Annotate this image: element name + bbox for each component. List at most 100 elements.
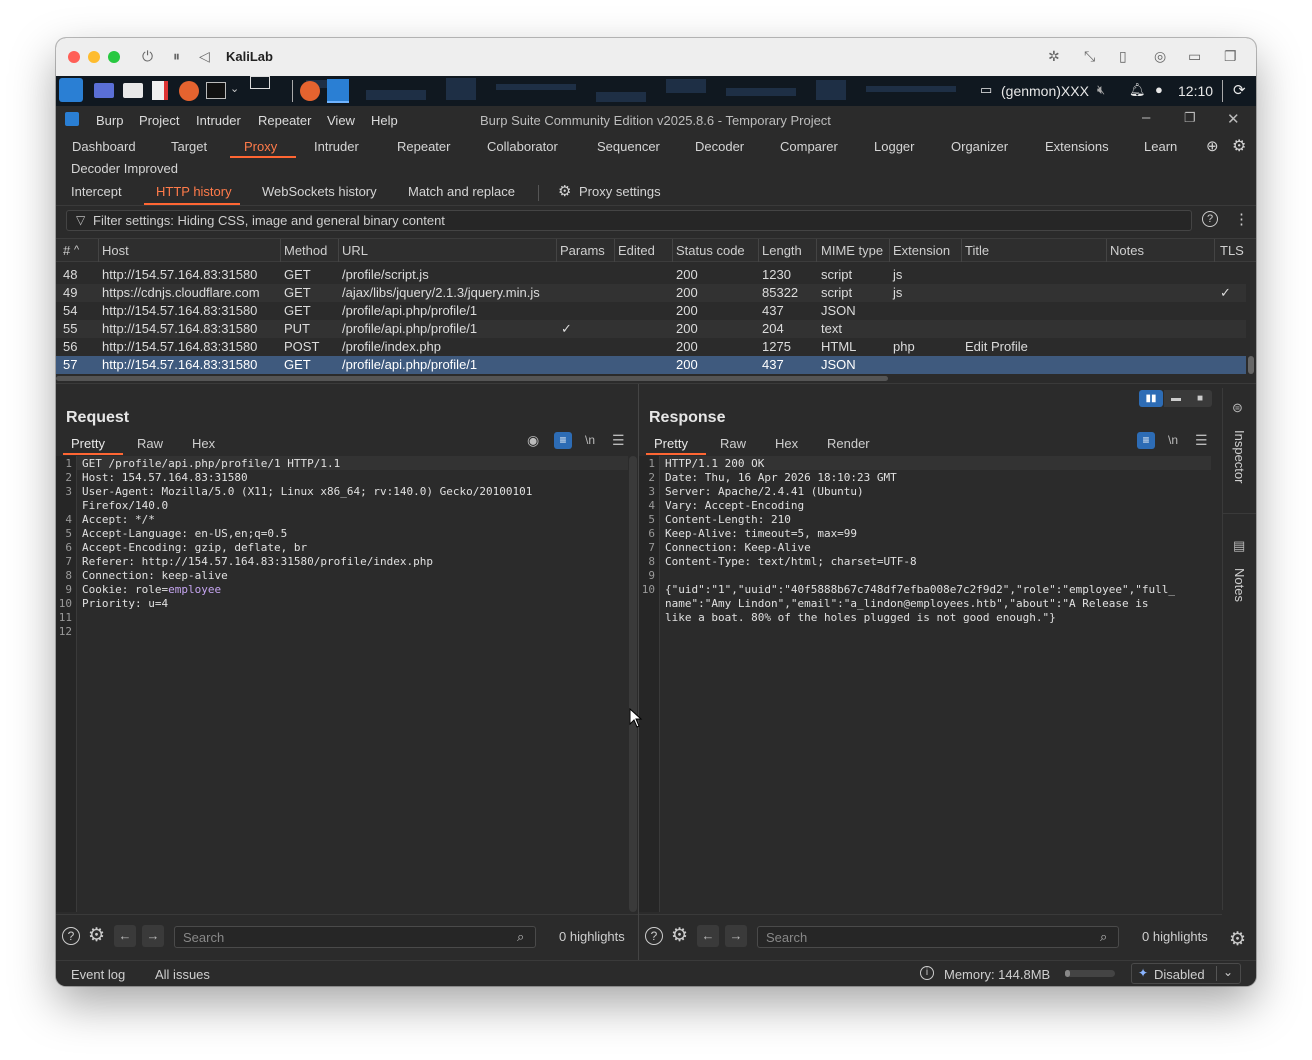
col-url[interactable]: URL: [342, 243, 368, 258]
power-status-icon[interactable]: ●: [1155, 82, 1163, 97]
kali-menu-icon[interactable]: [59, 78, 83, 102]
response-tab-raw[interactable]: Raw: [720, 436, 746, 451]
menu-intruder[interactable]: Intruder: [196, 113, 241, 128]
desktop-icon[interactable]: [94, 83, 114, 98]
menu-burp[interactable]: Burp: [96, 113, 123, 128]
menu-repeater[interactable]: Repeater: [258, 113, 311, 128]
vertical-scrollbar[interactable]: [1248, 262, 1254, 374]
response-tab-pretty[interactable]: Pretty: [654, 436, 688, 451]
help-icon[interactable]: ?: [1202, 211, 1218, 227]
clock[interactable]: 12:10: [1178, 83, 1213, 99]
col-edited[interactable]: Edited: [618, 243, 655, 258]
col-num[interactable]: #: [63, 243, 70, 258]
menu-view[interactable]: View: [327, 113, 355, 128]
chevron-down-icon[interactable]: ⌄: [230, 82, 239, 95]
firefox-task-icon[interactable]: [300, 81, 320, 101]
minimize-window-button[interactable]: [88, 51, 100, 63]
gear-icon[interactable]: ⚙: [671, 924, 688, 947]
col-host[interactable]: Host: [102, 243, 129, 258]
gear-icon[interactable]: ⚙: [1232, 136, 1246, 156]
subtab-match-and-replace[interactable]: Match and replace: [408, 184, 515, 199]
table-row[interactable]: 49 https://cdnjs.cloudflare.com GET /aja…: [56, 284, 1246, 302]
wrap-lines-icon[interactable]: ≡: [1137, 432, 1155, 449]
gear-icon[interactable]: ⚙: [1229, 928, 1246, 951]
genmon-label[interactable]: (genmon)XXX: [1001, 83, 1089, 99]
request-tab-hex[interactable]: Hex: [192, 436, 215, 451]
sort-asc-icon[interactable]: ^: [74, 244, 79, 256]
col-extension[interactable]: Extension: [893, 243, 950, 258]
editor-icon[interactable]: [152, 81, 168, 100]
restore-icon[interactable]: ❐: [1184, 110, 1196, 126]
tab-dashboard[interactable]: Dashboard: [72, 139, 136, 154]
tab-logger[interactable]: Logger: [874, 139, 914, 154]
col-params[interactable]: Params: [560, 243, 605, 258]
response-tab-render[interactable]: Render: [827, 436, 870, 451]
ai-toggle[interactable]: ✦ Disabled ⌄: [1131, 963, 1241, 984]
resize-icon[interactable]: ⤡: [1084, 48, 1095, 65]
windows-icon[interactable]: ❐: [1224, 48, 1237, 65]
terminal-icon[interactable]: [206, 82, 226, 99]
table-row[interactable]: 55 http://154.57.164.83:31580 PUT /profi…: [56, 320, 1246, 338]
search-icon[interactable]: ⌕: [1100, 929, 1107, 945]
scrollbar-thumb[interactable]: [1248, 356, 1254, 374]
menu-icon[interactable]: ☰: [612, 432, 625, 449]
col-mime-type[interactable]: MIME type: [821, 243, 883, 258]
tab-comparer[interactable]: Comparer: [780, 139, 838, 154]
back-icon[interactable]: ◁: [199, 48, 210, 65]
back-arrow-icon[interactable]: ←: [114, 925, 136, 947]
col-status-code[interactable]: Status code: [676, 243, 745, 258]
more-options-icon[interactable]: ⋮: [1234, 210, 1249, 228]
layout-horizontal-icon[interactable]: ▬: [1164, 390, 1188, 407]
tab-repeater[interactable]: Repeater: [397, 139, 450, 154]
subtab-http-history[interactable]: HTTP history: [156, 184, 232, 199]
tab-sequencer[interactable]: Sequencer: [597, 139, 660, 154]
folder-icon[interactable]: ▭: [1188, 48, 1201, 65]
layout-single-icon[interactable]: ■: [1188, 390, 1212, 407]
power-icon[interactable]: ⏻: [142, 48, 153, 65]
help-icon[interactable]: ?: [645, 927, 663, 945]
globe-icon[interactable]: ⊕: [1206, 137, 1219, 155]
request-scrollbar[interactable]: [628, 456, 638, 912]
sync-icon[interactable]: ◎: [1154, 48, 1166, 65]
forward-arrow-icon[interactable]: →: [142, 925, 164, 947]
col-tls[interactable]: TLS: [1220, 243, 1244, 258]
col-method[interactable]: Method: [284, 243, 327, 258]
menu-project[interactable]: Project: [139, 113, 179, 128]
hide-icon[interactable]: ◉: [527, 432, 539, 449]
menu-help[interactable]: Help: [371, 113, 398, 128]
response-search-input[interactable]: Search ⌕: [757, 926, 1119, 948]
col-notes[interactable]: Notes: [1110, 243, 1144, 258]
all-issues-button[interactable]: All issues: [155, 967, 210, 982]
mute-icon[interactable]: 🔇︎: [1097, 82, 1105, 98]
col-title[interactable]: Title: [965, 243, 989, 258]
scrollbar-thumb[interactable]: [629, 456, 637, 912]
files-icon[interactable]: [123, 83, 143, 98]
zoom-window-button[interactable]: [108, 51, 120, 63]
menu-icon[interactable]: ☰: [1195, 432, 1208, 449]
request-search-input[interactable]: Search ⌕: [174, 926, 536, 948]
gear-icon[interactable]: ⚙: [88, 924, 105, 947]
usb-icon[interactable]: ▯: [1119, 48, 1127, 65]
tab-collaborator[interactable]: Collaborator: [487, 139, 558, 154]
newline-icon[interactable]: \n: [1168, 433, 1178, 447]
wrap-lines-icon[interactable]: ≡: [554, 432, 572, 449]
window-preview-icon[interactable]: [250, 76, 270, 89]
table-row-selected[interactable]: 57 http://154.57.164.83:31580 GET /profi…: [56, 356, 1246, 374]
filter-bar[interactable]: ▽ Filter settings: Hiding CSS, image and…: [66, 210, 1192, 231]
chevron-down-icon[interactable]: ⌄: [1223, 965, 1233, 979]
notes-icon[interactable]: ▤: [1233, 538, 1245, 554]
tab-decoder[interactable]: Decoder: [695, 139, 744, 154]
tab-decoder-improved[interactable]: Decoder Improved: [71, 161, 178, 176]
burp-task-icon[interactable]: [327, 79, 349, 103]
inspector-tab[interactable]: Inspector: [1232, 430, 1247, 483]
layout-split-icon[interactable]: ▮▮: [1139, 390, 1163, 407]
response-tab-hex[interactable]: Hex: [775, 436, 798, 451]
tab-organizer[interactable]: Organizer: [951, 139, 1008, 154]
firefox-icon[interactable]: [179, 81, 199, 101]
pause-icon[interactable]: ⏸: [173, 48, 180, 65]
proxy-settings-button[interactable]: Proxy settings: [579, 184, 661, 199]
horizontal-scrollbar[interactable]: [56, 376, 888, 381]
bell-icon[interactable]: 🔔︎: [1129, 82, 1146, 98]
close-icon[interactable]: ✕: [1227, 110, 1240, 128]
gear-icon[interactable]: ⚙: [558, 182, 571, 200]
